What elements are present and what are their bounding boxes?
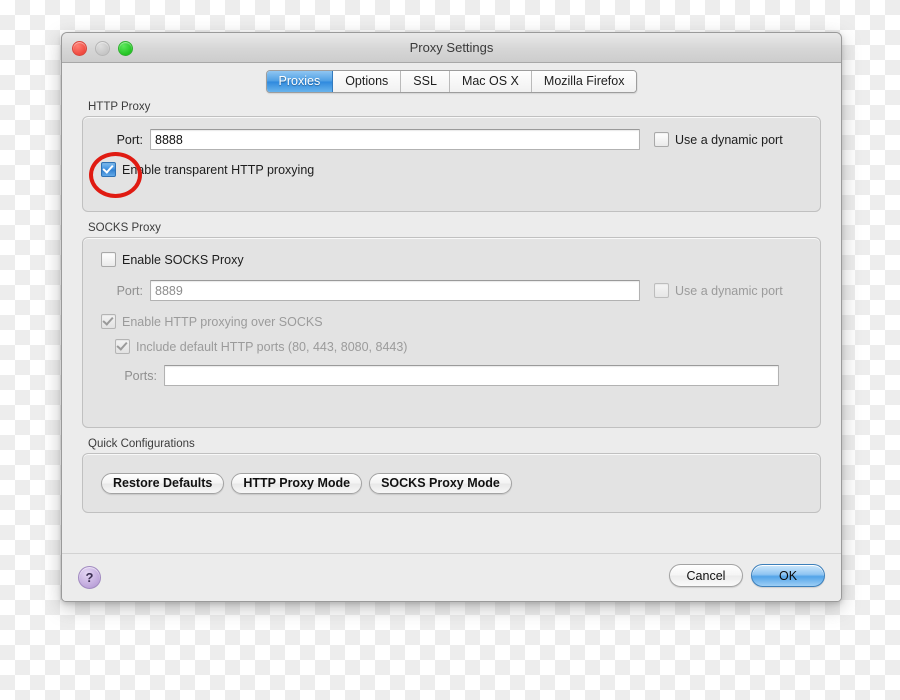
enable-transparent-http-proxying-checkbox[interactable]: Enable transparent HTTP proxying — [101, 162, 314, 177]
http-port-row: Port: Use a dynamic port — [83, 129, 820, 150]
http-port-label: Port: — [116, 132, 143, 147]
socks-dynamic-port-label: Use a dynamic port — [675, 283, 783, 298]
socks-default-ports-row: Include default HTTP ports (80, 443, 808… — [83, 339, 820, 354]
socks-http-over-socks-row: Enable HTTP proxying over SOCKS — [83, 314, 820, 329]
socks-port-label: Port: — [116, 283, 143, 298]
quick-configurations-box: Restore Defaults HTTP Proxy Mode SOCKS P… — [82, 453, 821, 513]
quick-configurations-row: Restore Defaults HTTP Proxy Mode SOCKS P… — [83, 454, 820, 512]
socks-enable-row: Enable SOCKS Proxy — [83, 252, 820, 267]
include-default-http-ports-label: Include default HTTP ports (80, 443, 808… — [136, 339, 408, 354]
quick-configurations-group-label: Quick Configurations — [88, 438, 195, 450]
http-port-input[interactable] — [150, 129, 640, 150]
http-proxy-group-label: HTTP Proxy — [88, 101, 151, 113]
proxy-settings-window: Proxy Settings Proxies Options SSL Mac O… — [61, 32, 842, 602]
checkbox-box — [101, 252, 116, 267]
http-dynamic-port-label: Use a dynamic port — [675, 132, 783, 147]
window-titlebar[interactable]: Proxy Settings — [62, 33, 841, 63]
tab-mac-os-x[interactable]: Mac OS X — [449, 71, 532, 92]
enable-socks-proxy-label: Enable SOCKS Proxy — [122, 252, 244, 267]
dialog-footer: ? Cancel OK — [62, 553, 841, 601]
restore-defaults-button[interactable]: Restore Defaults — [101, 472, 225, 494]
socks-ports-row: Ports: — [83, 365, 820, 386]
checkbox-box — [654, 283, 669, 298]
checkbox-box — [115, 339, 130, 354]
socks-proxy-box: Enable SOCKS Proxy Port: Use a dynamic p… — [82, 237, 821, 428]
enable-http-proxying-over-socks-checkbox[interactable]: Enable HTTP proxying over SOCKS — [101, 314, 323, 329]
socks-ports-input[interactable] — [164, 365, 779, 386]
tab-options[interactable]: Options — [333, 71, 402, 92]
quick-configurations-group: Quick Configurations Restore Defaults HT… — [82, 438, 821, 513]
http-proxy-box: Port: Use a dynamic port Enable transpar… — [82, 116, 821, 212]
dialog-button-group: Cancel OK — [669, 564, 825, 587]
checkbox-box — [654, 132, 669, 147]
socks-port-row: Port: Use a dynamic port — [83, 280, 820, 301]
socks-proxy-mode-button[interactable]: SOCKS Proxy Mode — [369, 472, 512, 494]
tab-group: Proxies Options SSL Mac OS X Mozilla Fir… — [265, 70, 638, 93]
socks-proxy-group: SOCKS Proxy Enable SOCKS Proxy Port: Use… — [82, 222, 821, 428]
enable-socks-proxy-checkbox[interactable]: Enable SOCKS Proxy — [101, 252, 244, 267]
settings-content: HTTP Proxy Port: Use a dynamic port Enab… — [62, 95, 841, 553]
http-transparent-row: Enable transparent HTTP proxying — [83, 162, 820, 177]
window-title: Proxy Settings — [409, 40, 494, 55]
checkbox-box — [101, 162, 116, 177]
include-default-http-ports-checkbox[interactable]: Include default HTTP ports (80, 443, 808… — [115, 339, 407, 354]
socks-port-input[interactable] — [150, 280, 640, 301]
socks-ports-label: Ports: — [124, 368, 157, 383]
http-dynamic-port-checkbox[interactable]: Use a dynamic port — [654, 132, 783, 147]
tab-bar: Proxies Options SSL Mac OS X Mozilla Fir… — [62, 63, 841, 95]
tab-mozilla-firefox[interactable]: Mozilla Firefox — [531, 71, 637, 92]
tab-proxies[interactable]: Proxies — [266, 71, 334, 92]
socks-proxy-group-label: SOCKS Proxy — [88, 222, 161, 234]
help-button[interactable]: ? — [78, 566, 101, 589]
enable-http-proxying-over-socks-label: Enable HTTP proxying over SOCKS — [122, 314, 323, 329]
http-proxy-group: HTTP Proxy Port: Use a dynamic port Enab… — [82, 95, 821, 212]
http-proxy-mode-button[interactable]: HTTP Proxy Mode — [231, 472, 363, 494]
enable-transparent-http-proxying-label: Enable transparent HTTP proxying — [122, 162, 315, 177]
checkbox-box — [101, 314, 116, 329]
cancel-button[interactable]: Cancel — [669, 564, 743, 587]
ok-button[interactable]: OK — [751, 564, 825, 587]
tab-ssl[interactable]: SSL — [401, 71, 450, 92]
socks-dynamic-port-checkbox[interactable]: Use a dynamic port — [654, 283, 783, 298]
